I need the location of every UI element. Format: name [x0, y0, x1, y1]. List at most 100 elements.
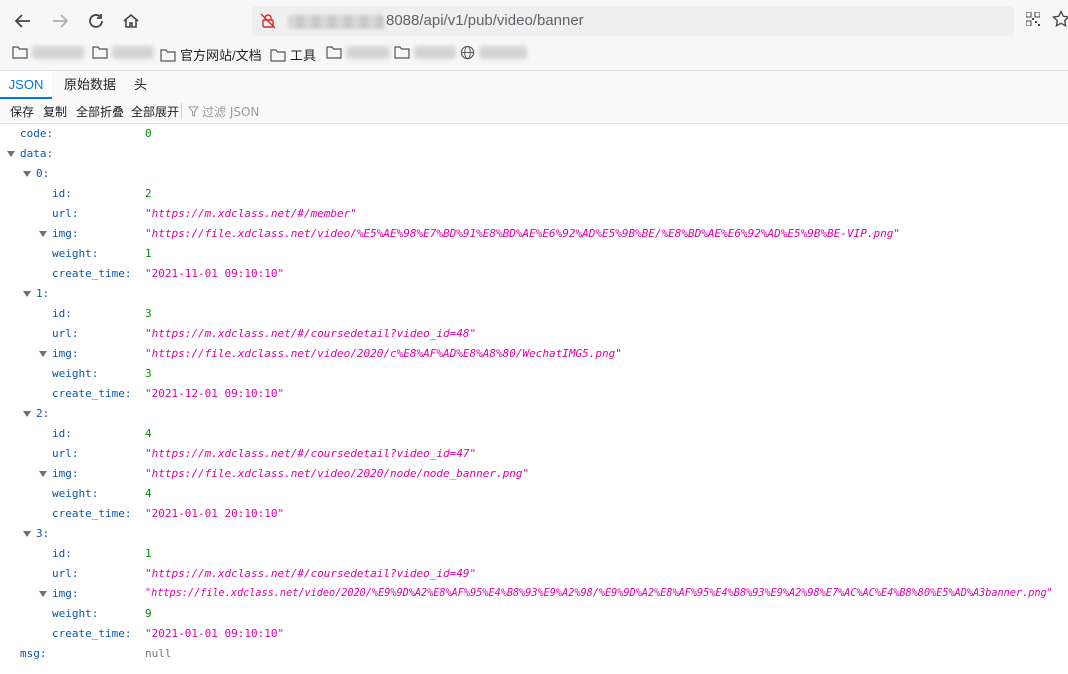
filter-placeholder: 过滤 JSON [202, 105, 260, 119]
json-key: weight: [52, 487, 99, 500]
redacted-label [479, 46, 527, 59]
json-key: id: [52, 307, 72, 320]
expand-all-button[interactable]: 全部展开 [131, 103, 179, 120]
save-button[interactable]: 保存 [10, 103, 34, 120]
json-key: img: [52, 587, 79, 600]
globe-icon [460, 45, 475, 60]
insecure-lock-icon[interactable] [260, 13, 276, 29]
json-value: 3 [145, 367, 152, 380]
folder-icon [160, 48, 176, 62]
json-value: "https://file.xdclass.net/video/2020/nod… [145, 467, 530, 480]
reload-button[interactable] [83, 8, 109, 34]
expand-toggle-icon[interactable] [39, 591, 47, 597]
json-value: 2 [145, 187, 152, 200]
redacted-label [346, 45, 390, 59]
expand-toggle-icon[interactable] [39, 351, 47, 357]
json-value: 3 [145, 307, 152, 320]
filter-json-input[interactable]: 过滤 JSON [188, 103, 259, 120]
bookmark-folder-tools[interactable]: 工具 [270, 45, 316, 64]
json-key: code: [20, 127, 54, 140]
json-key: weight: [52, 247, 99, 260]
json-value: "2021-01-01 09:10:10" [145, 627, 285, 640]
viewer-tabs: JSON 原始数据 头 [0, 70, 1068, 100]
json-value: 4 [145, 427, 152, 440]
json-value: 9 [145, 607, 152, 620]
json-value: "https://file.xdclass.net/video/%E5%AE%9… [145, 227, 900, 240]
expand-toggle-icon[interactable] [23, 411, 31, 417]
json-value: "2021-11-01 09:10:10" [145, 267, 285, 280]
json-value: "https://file.xdclass.net/video/2020/c%E… [145, 347, 622, 360]
json-value: "https://m.xdclass.net/#/coursedetail?vi… [145, 567, 477, 580]
bookmark-star-icon[interactable] [1052, 10, 1068, 28]
json-value: null [145, 647, 172, 660]
expand-toggle-icon[interactable] [23, 171, 31, 177]
expand-toggle-icon[interactable] [7, 151, 15, 157]
redacted-host [288, 15, 384, 29]
bookmark-folder[interactable] [394, 45, 456, 59]
json-value: 1 [145, 247, 152, 260]
json-toolbar: 保存 复制 全部折叠 全部展开 过滤 JSON [0, 99, 1068, 124]
home-icon [123, 13, 139, 28]
json-value: "2021-01-01 20:10:10" [145, 507, 285, 520]
tab-headers[interactable]: 头 [134, 71, 147, 99]
json-key: 2: [36, 407, 50, 420]
json-value: "https://m.xdclass.net/#/coursedetail?vi… [145, 327, 477, 340]
bookmark-site[interactable] [460, 45, 527, 60]
bookmark-label: 官方网站/文档 [180, 48, 262, 63]
expand-toggle-icon[interactable] [39, 471, 47, 477]
json-value: 0 [145, 127, 152, 140]
folder-icon [394, 46, 410, 59]
collapse-all-button[interactable]: 全部折叠 [76, 103, 124, 120]
json-key: img: [52, 227, 79, 240]
copy-button[interactable]: 复制 [43, 103, 67, 120]
back-button[interactable] [10, 8, 36, 34]
bookmark-folder[interactable] [12, 45, 84, 59]
json-key: 1: [36, 287, 50, 300]
forward-button[interactable] [47, 8, 73, 34]
bookmark-folder[interactable] [326, 45, 390, 59]
json-key: create_time: [52, 267, 132, 280]
json-key: weight: [52, 367, 99, 380]
json-key: img: [52, 347, 79, 360]
toolbar-divider [181, 103, 182, 119]
json-key: img: [52, 467, 79, 480]
expand-toggle-icon[interactable] [23, 531, 31, 537]
json-key: 3: [36, 527, 50, 540]
arrow-right-icon [53, 14, 69, 28]
bookmark-folder-docs[interactable]: 官方网站/文档 [160, 45, 262, 64]
expand-toggle-icon[interactable] [39, 231, 47, 237]
json-key: url: [52, 207, 79, 220]
json-key: 0: [36, 167, 50, 180]
json-key: id: [52, 427, 72, 440]
bookmarks-bar: 官方网站/文档 工具 [0, 42, 1068, 68]
folder-icon [12, 46, 28, 59]
folder-icon [92, 46, 108, 59]
json-key: create_time: [52, 507, 132, 520]
address-bar[interactable]: 8088/api/v1/pub/video/banner [252, 6, 1014, 36]
json-key: create_time: [52, 627, 132, 640]
tab-raw-data[interactable]: 原始数据 [64, 71, 116, 99]
json-value: "https://m.xdclass.net/#/coursedetail?vi… [145, 447, 477, 460]
browser-chrome: 8088/api/v1/pub/video/banner 官方网站/文档 工具 [0, 0, 1068, 70]
redacted-label [112, 45, 154, 59]
redacted-label [414, 45, 456, 59]
url-text: 8088/api/v1/pub/video/banner [386, 12, 584, 29]
json-value: "https://file.xdclass.net/video/2020/%E9… [145, 588, 1053, 599]
json-key: create_time: [52, 387, 132, 400]
expand-toggle-icon[interactable] [23, 291, 31, 297]
qr-code-icon[interactable] [1026, 12, 1040, 26]
json-key: url: [52, 567, 79, 580]
json-key: id: [52, 547, 72, 560]
home-button[interactable] [118, 8, 144, 34]
json-key: url: [52, 327, 79, 340]
arrow-left-icon [14, 14, 30, 28]
json-value: "https://m.xdclass.net/#/member" [145, 207, 357, 220]
tab-json[interactable]: JSON [0, 71, 52, 99]
json-key: id: [52, 187, 72, 200]
json-value: 1 [145, 547, 152, 560]
json-key: weight: [52, 607, 99, 620]
json-key: url: [52, 447, 79, 460]
bookmark-folder[interactable] [92, 45, 154, 59]
json-key: msg: [20, 647, 47, 660]
bookmark-label: 工具 [290, 48, 317, 63]
